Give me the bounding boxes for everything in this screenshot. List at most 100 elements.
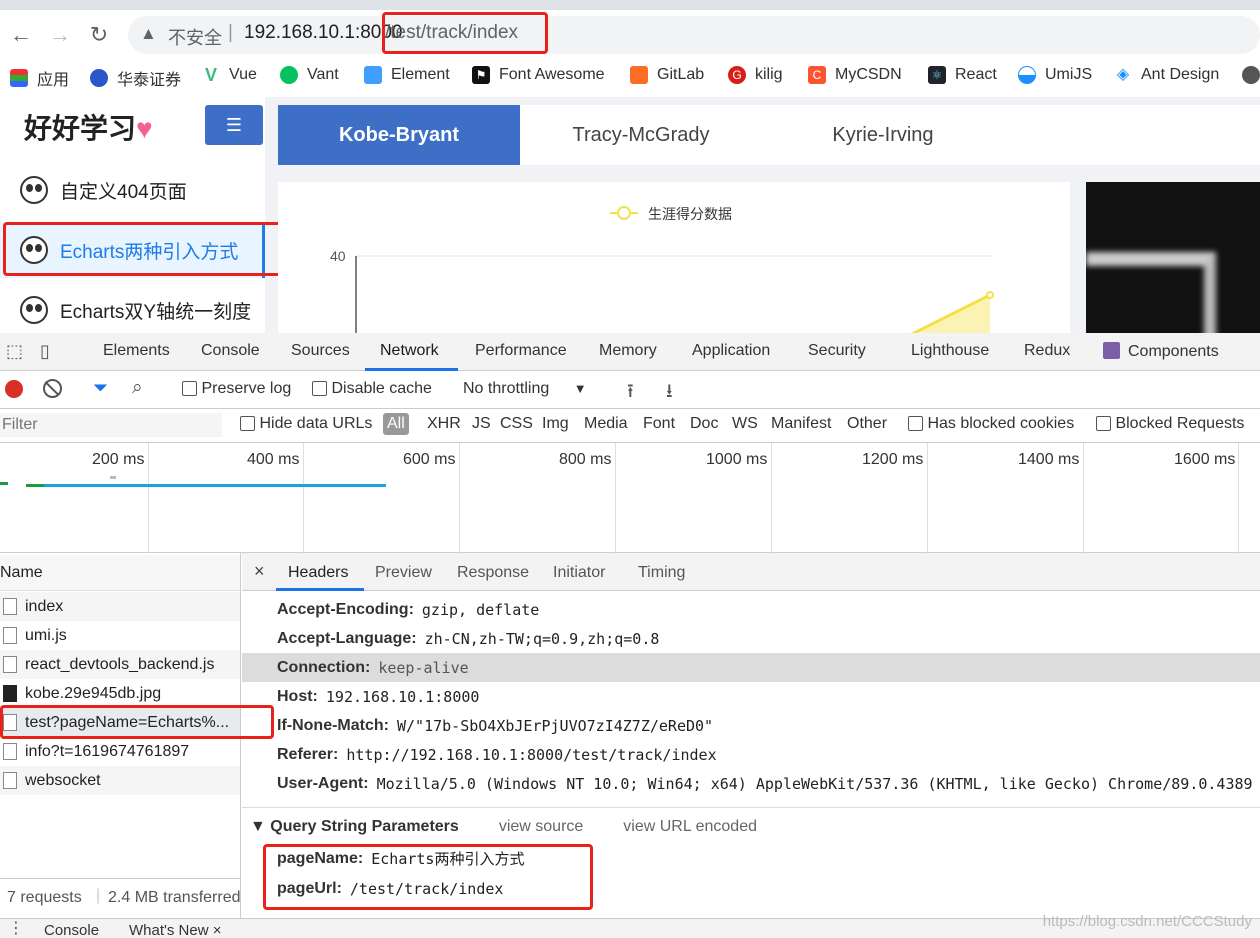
timeline-bar xyxy=(26,484,44,487)
timeline-gridline xyxy=(148,443,149,553)
bookmark-umijs[interactable]: UmiJS xyxy=(1018,66,1092,84)
header-row: Accept-Encoding: gzip, deflate xyxy=(277,600,540,619)
type-filter-ws[interactable]: WS xyxy=(732,415,758,433)
tab-network[interactable]: Network xyxy=(380,342,439,360)
request-row-index[interactable]: index xyxy=(0,592,240,621)
bookmark-vue[interactable]: V Vue xyxy=(202,66,257,84)
drawer-tab-console[interactable]: Console xyxy=(44,922,99,938)
hide-data-urls-checkbox[interactable]: Hide data URLs xyxy=(240,415,372,433)
tab-application[interactable]: Application xyxy=(692,342,770,360)
document-icon xyxy=(3,598,17,615)
inspect-icon[interactable]: ⬚ xyxy=(6,341,23,362)
type-filter-manifest[interactable]: Manifest xyxy=(771,415,831,433)
download-icon[interactable]: ⭳ xyxy=(666,377,673,409)
timeline-bar xyxy=(0,482,8,485)
request-list: Name index umi.js react_devtools_backend… xyxy=(0,553,274,938)
type-filter-img[interactable]: Img xyxy=(542,415,569,433)
view-url-encoded-link[interactable]: view URL encoded xyxy=(623,818,757,836)
bookmark-font-awesome[interactable]: ⚑ Font Awesome xyxy=(472,66,605,84)
device-toolbar-icon[interactable]: ▯ xyxy=(40,341,50,362)
name-column-header[interactable]: Name xyxy=(0,555,240,591)
clear-icon[interactable] xyxy=(43,379,62,398)
image-icon xyxy=(3,685,17,702)
search-icon[interactable]: ⌕ xyxy=(132,377,143,399)
tab-preview[interactable]: Preview xyxy=(375,564,432,582)
drawer-tab-whats-new[interactable]: What's New × xyxy=(129,922,221,938)
transferred-size: 2.4 MB transferred xyxy=(108,889,240,906)
type-filter-doc[interactable]: Doc xyxy=(690,415,718,433)
tab-redux[interactable]: Redux xyxy=(1024,342,1070,360)
bookmark-gitlab[interactable]: GitLab xyxy=(630,66,704,84)
menu-toggle-button[interactable]: ☰ xyxy=(205,105,263,145)
warning-icon[interactable]: ▲ xyxy=(140,24,157,44)
type-filter-other[interactable]: Other xyxy=(847,415,887,433)
type-filter-font[interactable]: Font xyxy=(643,415,675,433)
request-row-kobe-jpg[interactable]: kobe.29e945db.jpg xyxy=(0,679,240,708)
tab-elements[interactable]: Elements xyxy=(103,342,170,360)
tab-lighthouse[interactable]: Lighthouse xyxy=(911,342,989,360)
disable-cache-checkbox[interactable]: Disable cache xyxy=(312,380,432,398)
document-icon xyxy=(3,743,17,760)
url-host[interactable]: 192.168.10.1:8000 xyxy=(244,22,403,44)
filter-bar: Hide data URLs All XHR JS CSS Img Media … xyxy=(0,409,1260,443)
sidebar-item-404[interactable]: 自定义404页面 xyxy=(0,162,265,218)
network-timeline[interactable]: 200 ms 400 ms 600 ms 800 ms 1000 ms 1200… xyxy=(0,443,1260,553)
timeline-tick-label: 1400 ms xyxy=(1018,451,1080,468)
tab-security[interactable]: Security xyxy=(808,342,866,360)
bookmark-ant-design[interactable]: ◈ Ant Design xyxy=(1114,66,1219,84)
bookmark-react[interactable]: ⚛ React xyxy=(928,66,997,84)
request-row-info[interactable]: info?t=1619674761897 xyxy=(0,737,240,766)
y-tick-label: 40 xyxy=(330,248,346,264)
type-filter-xhr[interactable]: XHR xyxy=(427,415,461,433)
filter-input[interactable] xyxy=(0,413,222,437)
upload-icon[interactable]: ⭱ xyxy=(627,377,634,409)
tab-sources[interactable]: Sources xyxy=(291,342,350,360)
bookmark-globe[interactable] xyxy=(1242,66,1260,84)
bookmark-element[interactable]: Element xyxy=(364,66,450,84)
bookmark-kilig[interactable]: Gkilig xyxy=(728,66,783,84)
tab-components[interactable]: Components xyxy=(1103,342,1219,361)
bookmark-huatai[interactable]: 华泰证券 xyxy=(90,66,181,90)
drawer-menu-icon[interactable]: ⋮ xyxy=(8,919,24,938)
type-filter-js[interactable]: JS xyxy=(472,415,491,433)
bookmark-apps[interactable]: 应用 xyxy=(10,66,69,90)
has-blocked-cookies-checkbox[interactable]: Has blocked cookies xyxy=(908,415,1074,433)
url-separator: | xyxy=(228,22,233,43)
tab-console[interactable]: Console xyxy=(201,342,260,360)
view-source-link[interactable]: view source xyxy=(499,818,583,836)
throttling-select[interactable]: No throttling ▼ xyxy=(463,380,587,398)
type-filter-all[interactable]: All xyxy=(383,413,409,435)
tab-headers[interactable]: Headers xyxy=(288,564,348,582)
type-filter-css[interactable]: CSS xyxy=(500,415,533,433)
tab-kyrie[interactable]: Kyrie-Irving xyxy=(762,105,1004,165)
data-point[interactable] xyxy=(986,291,994,299)
sidebar-item-echarts-dual-y[interactable]: Echarts双Y轴统一刻度 xyxy=(0,282,265,333)
tab-kobe[interactable]: Kobe-Bryant xyxy=(278,105,520,165)
web-page: 好好学习♥ ☰ 自定义404页面 Echarts两种引入方式 Echarts双Y… xyxy=(0,97,1260,333)
forward-icon[interactable]: → xyxy=(47,22,73,48)
preserve-log-checkbox[interactable]: Preserve log xyxy=(182,380,291,398)
legend-marker[interactable] xyxy=(617,206,631,220)
request-row-umi[interactable]: umi.js xyxy=(0,621,240,650)
highlight-box-url xyxy=(382,12,548,54)
tab-initiator[interactable]: Initiator xyxy=(553,564,605,582)
tab-performance[interactable]: Performance xyxy=(475,342,567,360)
bookmark-mycsdn[interactable]: C MyCSDN xyxy=(808,66,902,84)
close-icon[interactable]: × xyxy=(254,561,265,582)
bookmark-vant[interactable]: Vant xyxy=(280,66,339,84)
filter-icon[interactable]: ⏷ xyxy=(93,378,108,400)
back-icon[interactable]: ← xyxy=(8,22,34,48)
request-row-websocket[interactable]: websocket xyxy=(0,766,240,795)
umijs-icon xyxy=(1018,66,1036,84)
reload-icon[interactable]: ↻ xyxy=(86,22,112,48)
record-icon[interactable] xyxy=(5,380,23,398)
blocked-requests-checkbox[interactable]: Blocked Requests xyxy=(1096,415,1244,433)
query-section-header[interactable]: ▼ Query String Parameters view source vi… xyxy=(242,812,1260,841)
type-filter-media[interactable]: Media xyxy=(584,415,628,433)
tab-tracy[interactable]: Tracy-McGrady xyxy=(520,105,762,165)
request-row-devtools-backend[interactable]: react_devtools_backend.js xyxy=(0,650,240,679)
timeline-gridline xyxy=(1083,443,1084,553)
tab-response[interactable]: Response xyxy=(457,564,529,582)
tab-timing[interactable]: Timing xyxy=(638,564,685,582)
tab-memory[interactable]: Memory xyxy=(599,342,657,360)
